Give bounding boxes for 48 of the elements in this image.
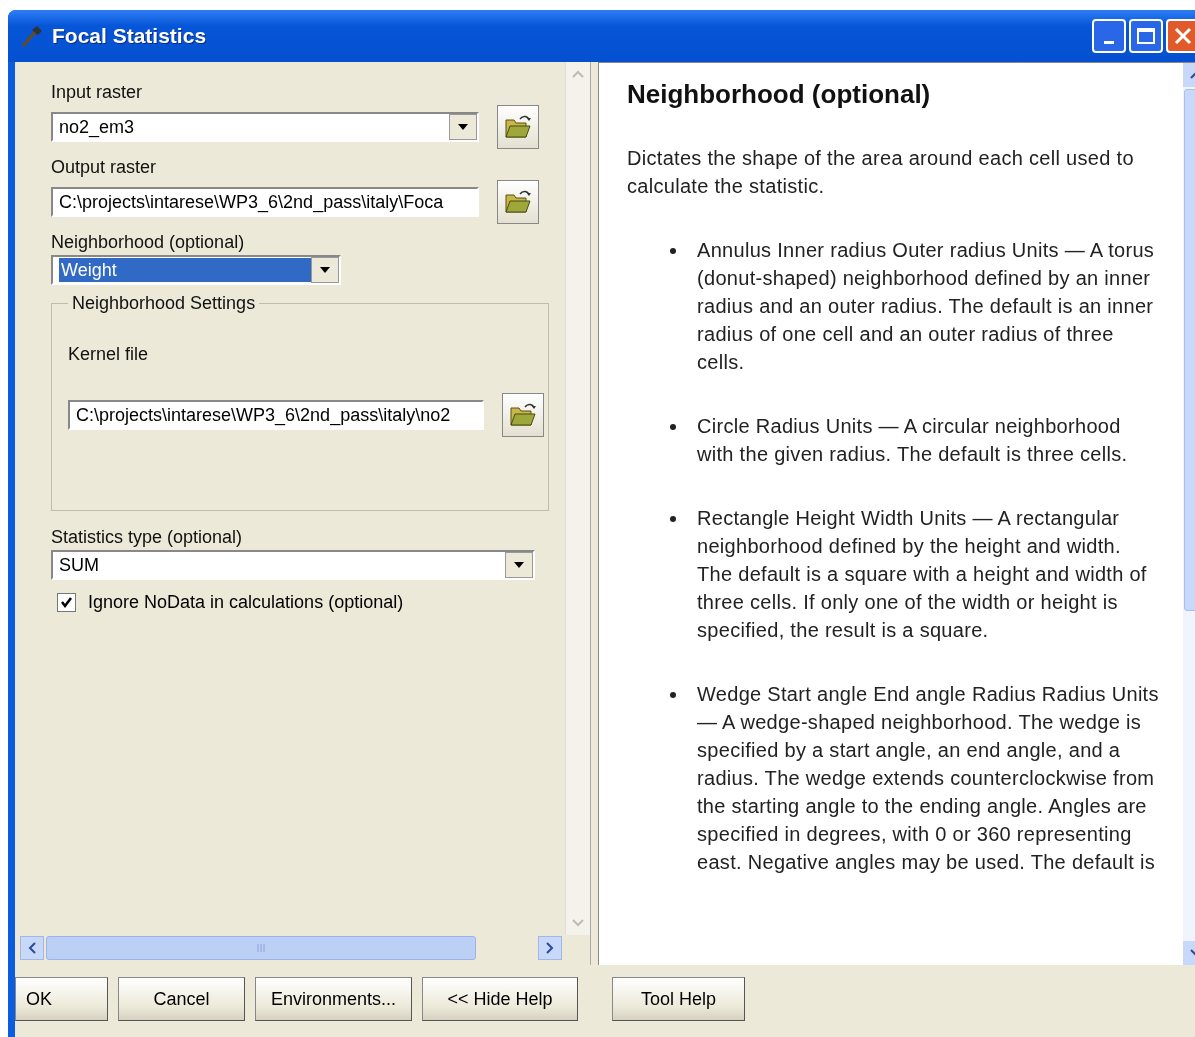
scroll-right-icon[interactable] — [546, 942, 554, 954]
dialog-button[interactable]: Cancel — [118, 977, 245, 1021]
field-label: Neighborhood (optional) — [51, 232, 246, 253]
maximize-button[interactable] — [1129, 19, 1163, 53]
scroll-left-icon[interactable] — [28, 942, 36, 954]
field-label: Statistics type (optional) — [51, 527, 244, 548]
close-button[interactable] — [1166, 19, 1195, 53]
field-label: Kernel file — [68, 344, 150, 365]
help-list-item: Rectangle Height Width Units — A rectangular neighborhood defined by the height and width. The default is a square with a height and width of three cells. If only one of the width or height is specified, the result is a square. — [697, 507, 1147, 641]
bullet-icon — [670, 248, 676, 254]
path-field[interactable]: C:\projects\intarese\WP3_6\2nd_pass\italy\Foca — [51, 187, 479, 217]
open-folder-icon — [509, 402, 537, 428]
dropdown-field[interactable]: Weight — [51, 255, 341, 285]
dropdown-field[interactable]: no2_em3 — [51, 112, 479, 142]
maximize-icon — [1137, 28, 1155, 44]
field-label: Input raster — [51, 82, 144, 103]
minimize-button[interactable] — [1092, 19, 1126, 53]
checkbox-label: Ignore NoData in calculations (optional) — [88, 592, 404, 613]
close-icon — [1174, 27, 1192, 45]
bullet-icon — [670, 692, 676, 698]
help-list-item: Annulus Inner radius Outer radius Units — A torus (donut-shaped) neighborhood defined by an inner radius and an outer radius. The default is an inner radius of one cell and an outer radius of three cells. — [697, 239, 1155, 373]
bullet-icon — [670, 516, 676, 522]
dialog-button[interactable]: Environments... — [255, 977, 412, 1021]
checkmark-icon — [60, 596, 73, 609]
bullet-icon — [670, 424, 676, 430]
dialog-button[interactable]: OK — [15, 977, 108, 1021]
window-title: Focal Statistics — [52, 24, 208, 48]
hammer-icon — [20, 24, 44, 48]
open-folder-icon — [504, 189, 532, 215]
help-list-item: Wedge Start angle End angle Radius Radius Units — A wedge-shaped neighborhood. The wedge is specified by a start angle, an end angle, and a radius. The wedge extends counterclockwise from the starting angle to the ending angle. Angles are specified in degrees, with 0 or 360 representing east. Negative angles may be used. The default is — [697, 683, 1159, 873]
dialog-button[interactable]: << Hide Help — [422, 977, 578, 1021]
path-field[interactable]: C:\projects\intarese\WP3_6\2nd_pass\italy\no2 — [68, 400, 484, 430]
browse-button[interactable] — [502, 393, 544, 437]
dropdown-field[interactable]: SUM — [51, 550, 535, 580]
checkbox[interactable] — [57, 593, 76, 612]
open-folder-icon — [504, 114, 532, 140]
selected-value: Weight — [59, 258, 311, 282]
grip-icon — [256, 944, 266, 952]
help-list-item: Circle Radius Units — A circular neighborhood with the given radius. The default is three cells. — [697, 415, 1128, 465]
dialog-button[interactable]: Tool Help — [612, 977, 745, 1021]
horizontal-scrollbar[interactable] — [20, 935, 562, 961]
browse-button[interactable] — [497, 105, 539, 149]
minimize-icon — [1104, 40, 1114, 44]
group-title: Neighborhood Settings — [71, 293, 257, 314]
help-paragraph: Dictates the shape of the area around each cell used to calculate the statistic. — [627, 146, 1135, 199]
browse-button[interactable] — [497, 180, 539, 224]
help-title: Neighborhood (optional) — [627, 79, 932, 110]
field-label: Output raster — [51, 157, 158, 178]
